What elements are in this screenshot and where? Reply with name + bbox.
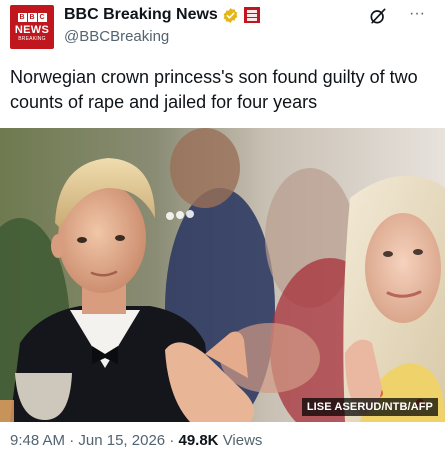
author-handle[interactable]: @BBCBreaking bbox=[64, 28, 169, 45]
gold-check-icon[interactable] bbox=[222, 7, 239, 24]
avatar-news-text: NEWS bbox=[14, 23, 50, 36]
grok-icon[interactable] bbox=[368, 6, 388, 26]
display-name[interactable]: BBC Breaking News bbox=[64, 6, 218, 24]
meta-separator-2: · bbox=[169, 432, 175, 449]
views-count[interactable]: 49.8K bbox=[178, 432, 218, 449]
tweet-time[interactable]: 9:48 AM bbox=[10, 432, 65, 449]
bbc-logo: BBC bbox=[17, 12, 47, 22]
avatar[interactable]: BBC NEWS BREAKING bbox=[10, 5, 54, 49]
photo-credit: LISE ASERUD/NTB/AFP bbox=[301, 398, 438, 416]
more-options-button[interactable]: ··· bbox=[407, 6, 427, 26]
tweet-meta: 9:48 AM · Jun 15, 2026 · 49.8K Views bbox=[10, 432, 262, 449]
bbc-affiliate-icon[interactable] bbox=[243, 7, 260, 23]
tweet-photo[interactable]: LISE ASERUD/NTB/AFP bbox=[0, 128, 445, 422]
photo-illustration bbox=[0, 128, 445, 422]
tweet-header: BBC NEWS BREAKING BBC Breaking News @BBC… bbox=[0, 0, 445, 56]
tweet-date[interactable]: Jun 15, 2026 bbox=[78, 432, 165, 449]
author-name-row: BBC Breaking News bbox=[64, 5, 260, 25]
avatar-breaking-text: BREAKING bbox=[18, 35, 46, 42]
tweet-text: Norwegian crown princess's son found gui… bbox=[10, 67, 418, 112]
views-label: Views bbox=[222, 432, 263, 449]
meta-separator: · bbox=[69, 432, 75, 449]
